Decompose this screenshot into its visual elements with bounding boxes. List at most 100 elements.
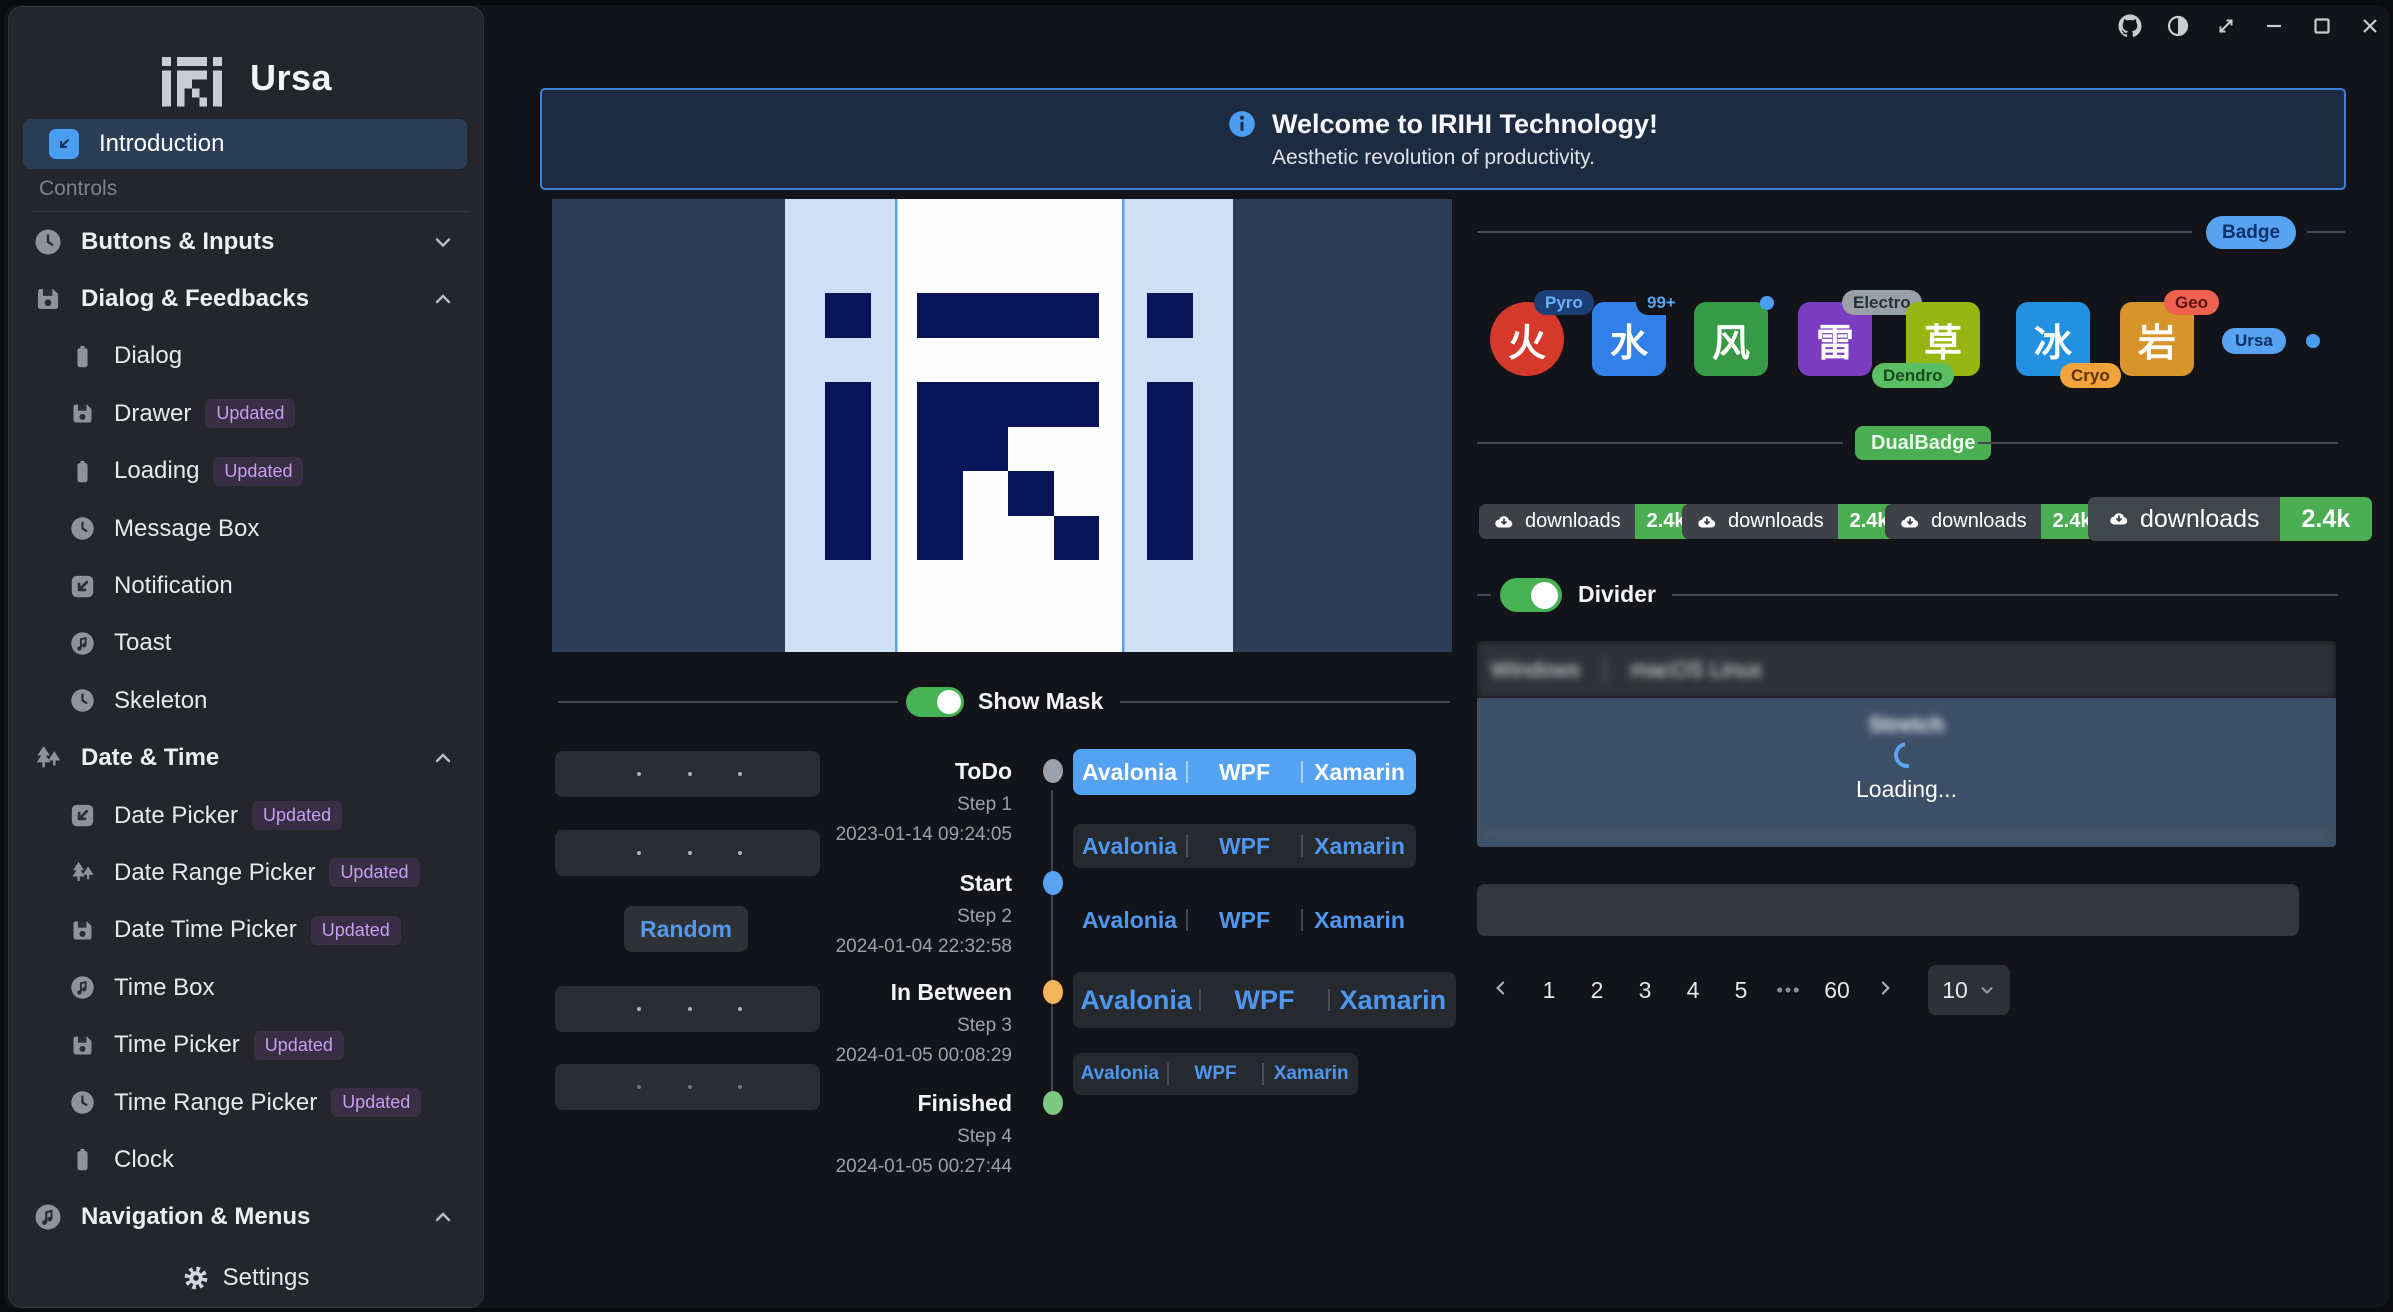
button-xamarin[interactable]: Xamarin (1330, 985, 1456, 1016)
dual-badge-downloads: downloads 2.4k (2088, 497, 2372, 541)
button-avalonia[interactable]: Avalonia (1073, 985, 1199, 1016)
updated-badge: Updated (213, 457, 303, 486)
settings-button[interactable]: Settings (9, 1249, 483, 1307)
sidebar-item-time-picker[interactable]: Time PickerUpdated (23, 1016, 469, 1073)
button-xamarin[interactable]: Xamarin (1303, 907, 1416, 934)
app-window: Ursa Introduction Controls Buttons & Inp… (0, 0, 2393, 1312)
sidebar-item-drawer[interactable]: DrawerUpdated (23, 385, 469, 442)
button-avalonia[interactable]: Avalonia (1073, 1063, 1167, 1085)
titlebar-controls (2117, 8, 2383, 48)
button-xamarin[interactable]: Xamarin (1303, 759, 1416, 786)
sidebar-item-introduction[interactable]: Introduction (23, 119, 467, 169)
pagination-page-2[interactable]: 2 (1580, 966, 1614, 1014)
button-avalonia[interactable]: Avalonia (1073, 907, 1186, 934)
sidebar-item-buttons-inputs[interactable]: Buttons & Inputs (23, 213, 469, 270)
maximize-button[interactable] (2309, 15, 2335, 41)
drawer-icon (69, 400, 96, 427)
welcome-banner: Welcome to IRIHI Technology! Aesthetic r… (540, 88, 2346, 190)
sidebar-item-notification[interactable]: Notification (23, 557, 469, 614)
button-group-small: AvaloniaWPFXamarin (1073, 1053, 1358, 1095)
pagination-page-1[interactable]: 1 (1532, 966, 1566, 1014)
sidebar-item-toast[interactable]: Toast (23, 615, 469, 672)
button-wpf[interactable]: WPF (1188, 833, 1301, 860)
button-xamarin[interactable]: Xamarin (1264, 1063, 1358, 1085)
minimize-button[interactable] (2261, 15, 2287, 41)
sidebar-item-skeleton[interactable]: Skeleton (23, 672, 469, 729)
button-group-filled-dark: AvaloniaWPFXamarin (1073, 824, 1416, 868)
clock-icon (69, 1146, 96, 1173)
step-title: Start (960, 870, 1012, 897)
divider-line-right (1672, 594, 2338, 596)
button-wpf[interactable]: WPF (1188, 907, 1301, 934)
sidebar-item-date-picker[interactable]: Date PickerUpdated (23, 787, 469, 844)
header-separator (1604, 657, 1606, 683)
button-wpf[interactable]: WPF (1201, 985, 1327, 1016)
divider-line-left (1477, 594, 1491, 596)
badge-avatar-2: 风 (1694, 302, 1768, 376)
show-mask-divider-left (558, 701, 898, 703)
button-avalonia[interactable]: Avalonia (1073, 833, 1186, 860)
step-sub: Step 3 (957, 1015, 1012, 1037)
loading-panel-body: Stretch Loading... (1477, 698, 2336, 847)
chevron-down-icon (431, 230, 455, 254)
sidebar-item-date-time[interactable]: Date & Time (23, 730, 469, 787)
pagination-next-button[interactable] (1868, 966, 1902, 1014)
loading-spinner-icon (1888, 737, 1924, 773)
pagination-ellipsis[interactable]: ••• (1772, 966, 1806, 1014)
pagination-page-3[interactable]: 3 (1628, 966, 1662, 1014)
theme-toggle-button[interactable] (2165, 15, 2191, 41)
sidebar-item-label: Date Time Picker (114, 916, 297, 944)
ip-input-2[interactable] (555, 830, 820, 876)
loading-panel-header: Windows macOS Linux (1477, 641, 2336, 698)
button-wpf[interactable]: WPF (1169, 1063, 1263, 1085)
stretch-label: Stretch (1477, 712, 2336, 738)
step-title: ToDo (955, 758, 1012, 785)
badge-divider-label: Badge (2206, 216, 2296, 249)
time-picker-icon (69, 1032, 96, 1059)
sidebar-item-label: Introduction (99, 130, 224, 158)
masked-divider (1485, 834, 2328, 836)
text-input[interactable] (1477, 884, 2299, 936)
step-sub: Step 1 (957, 794, 1012, 816)
date-time-picker-icon (69, 917, 96, 944)
sidebar-item-time-range-picker[interactable]: Time Range PickerUpdated (23, 1074, 469, 1131)
sidebar-item-label: Time Box (114, 974, 214, 1002)
count-badge-dendro: Dendro (1872, 363, 1954, 388)
dual-badge-downloads: downloads 2.4k (1682, 504, 1901, 539)
chevron-left-icon (1491, 977, 1511, 1004)
github-button[interactable] (2117, 15, 2143, 41)
sidebar-item-dialog[interactable]: Dialog (23, 328, 469, 385)
pagination-page-60[interactable]: 60 (1820, 966, 1854, 1014)
button-xamarin[interactable]: Xamarin (1303, 833, 1416, 860)
page-size-select[interactable]: 10 (1928, 965, 2010, 1015)
dualbadge-divider-line-right (1978, 442, 2338, 444)
loading-panel: Windows macOS Linux Stretch Loading... (1477, 641, 2336, 847)
ip-input-4[interactable] (555, 1064, 820, 1110)
sidebar-item-time-box[interactable]: Time Box (23, 959, 469, 1016)
sidebar-item-date-range-picker[interactable]: Date Range PickerUpdated (23, 844, 469, 901)
ip-input-1[interactable] (555, 751, 820, 797)
divider-toggle[interactable] (1500, 578, 1562, 612)
sidebar-item-clock[interactable]: Clock (23, 1131, 469, 1188)
sidebar-item-dialog-feedbacks[interactable]: Dialog & Feedbacks (23, 270, 469, 327)
step-time: 2023-01-14 09:24:05 (836, 824, 1012, 846)
pagination-page-4[interactable]: 4 (1676, 966, 1710, 1014)
sidebar-item-loading[interactable]: LoadingUpdated (23, 443, 469, 500)
show-mask-toggle[interactable] (906, 687, 964, 717)
gear-icon (183, 1265, 209, 1291)
chevron-down-icon (1978, 981, 1996, 999)
pagination-page-5[interactable]: 5 (1724, 966, 1758, 1014)
button-avalonia[interactable]: Avalonia (1073, 759, 1186, 786)
sidebar-item-navigation-menus[interactable]: Navigation & Menus (23, 1189, 469, 1246)
random-button[interactable]: Random (624, 906, 748, 952)
sidebar-item-message-box[interactable]: Message Box (23, 500, 469, 557)
ip-input-3[interactable] (555, 986, 820, 1032)
sidebar-item-label: Notification (114, 572, 233, 600)
settings-label: Settings (223, 1264, 310, 1292)
show-mask-divider-right (1120, 701, 1450, 703)
pagination-prev-button[interactable] (1484, 966, 1518, 1014)
button-wpf[interactable]: WPF (1188, 759, 1301, 786)
close-button[interactable] (2357, 15, 2383, 41)
fullscreen-button[interactable] (2213, 15, 2239, 41)
sidebar-item-date-time-picker[interactable]: Date Time PickerUpdated (23, 902, 469, 959)
